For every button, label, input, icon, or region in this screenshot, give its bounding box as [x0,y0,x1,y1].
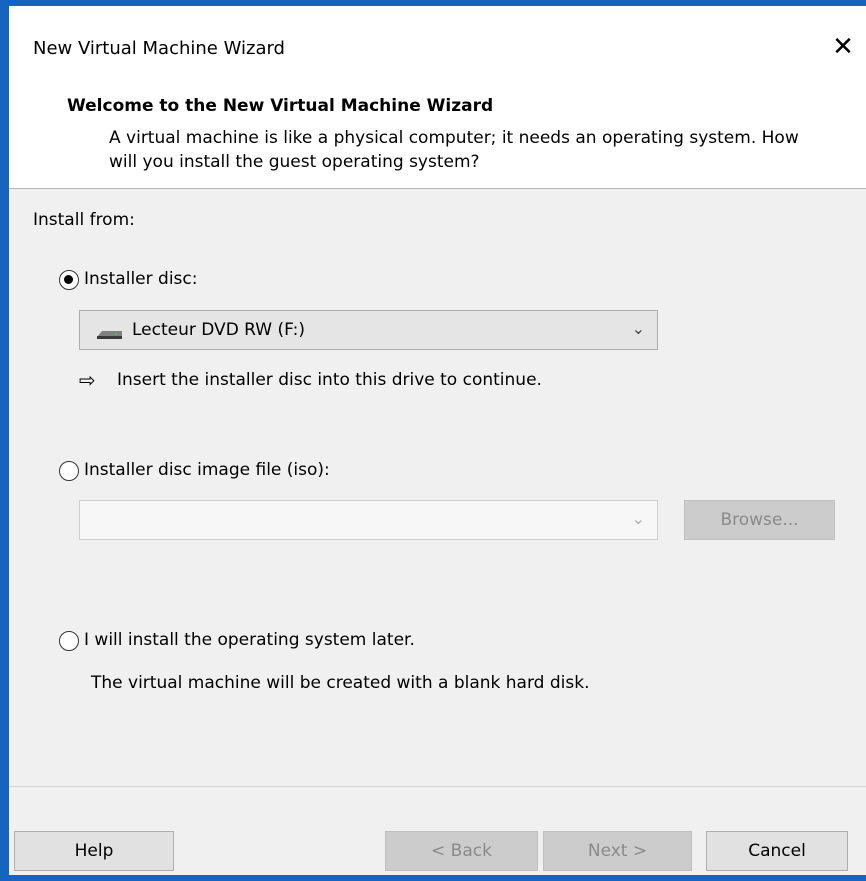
title-bar: New Virtual Machine Wizard ✕ [9,6,866,82]
disc-hint-text: Insert the installer disc into this driv… [117,370,542,390]
chevron-down-icon: ⌄ [631,509,645,528]
disc-drive-select[interactable]: Lecteur DVD RW (F:) ⌄ [79,310,658,350]
dvd-drive-icon [97,331,122,339]
close-button[interactable]: ✕ [826,30,860,64]
disc-hint: ⇨ Insert the installer disc into this dr… [79,368,679,394]
next-button[interactable]: Next > [543,831,692,871]
back-button[interactable]: < Back [385,831,538,871]
iso-path-combo[interactable]: ⌄ [79,500,658,540]
iso-radio[interactable] [59,461,79,481]
install-later-radio[interactable] [59,631,79,651]
install-later-label: I will install the operating system late… [84,630,415,650]
right-arrow-icon: ⇨ [79,368,96,392]
installer-disc-radio[interactable] [59,270,79,290]
browse-button[interactable]: Browse... [684,500,835,540]
wizard-body: Install from: Installer disc: Lecteur DV… [9,189,866,875]
page-title: Welcome to the New Virtual Machine Wizar… [67,96,494,116]
installer-disc-label: Installer disc: [84,269,198,289]
disc-drive-value: Lecteur DVD RW (F:) [132,320,305,340]
chevron-down-icon: ⌄ [631,319,645,338]
installer-disc-option[interactable]: Installer disc: [59,268,259,294]
window-title: New Virtual Machine Wizard [33,38,285,59]
wizard-window: New Virtual Machine Wizard ✕ Welcome to … [9,6,866,875]
footer-divider [9,786,866,787]
iso-option[interactable]: Installer disc image file (iso): [59,459,379,485]
page-description: A virtual machine is like a physical com… [109,128,799,172]
close-icon: ✕ [832,32,854,62]
iso-label: Installer disc image file (iso): [84,460,330,480]
install-later-option[interactable]: I will install the operating system late… [59,629,479,655]
help-button[interactable]: Help [14,831,174,871]
cancel-button[interactable]: Cancel [706,831,848,871]
radio-selected-dot [64,275,73,284]
wizard-header: Welcome to the New Virtual Machine Wizar… [9,82,866,189]
install-later-hint: The virtual machine will be created with… [91,673,590,693]
install-from-label: Install from: [33,210,135,230]
